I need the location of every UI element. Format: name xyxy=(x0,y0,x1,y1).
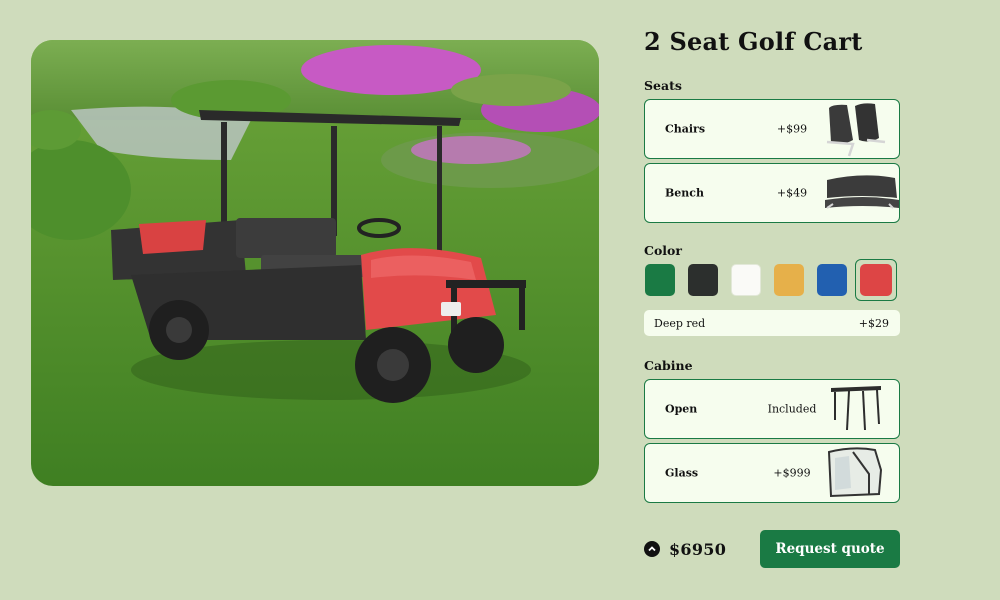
selected-color-info: Deep red +$29 xyxy=(644,310,900,336)
product-config-panel: 2 Seat Golf Cart Seats Chairs +$99 Bench… xyxy=(644,28,900,507)
seats-label: Seats xyxy=(644,78,682,93)
swatch-fill xyxy=(774,264,804,296)
glass-cabine-thumbnail xyxy=(823,444,899,502)
option-price: +$49 xyxy=(776,186,808,200)
option-name: Glass xyxy=(665,466,699,480)
selected-color-price: +$29 xyxy=(858,316,889,330)
swatch-fill xyxy=(688,264,718,296)
swatch-black[interactable] xyxy=(687,264,719,296)
total-price: $6950 xyxy=(669,539,727,559)
golf-cart-photo xyxy=(31,40,599,486)
swatch-fill xyxy=(860,264,892,296)
seat-option-chairs[interactable]: Chairs +$99 xyxy=(644,99,900,159)
swatch-fill xyxy=(817,264,847,296)
option-price: +$99 xyxy=(776,122,808,136)
swatch-deep-red[interactable] xyxy=(855,259,897,301)
product-image xyxy=(31,40,599,486)
cabine-option-glass[interactable]: Glass +$999 xyxy=(644,443,900,503)
swatch-fill xyxy=(645,264,675,296)
option-price: Included xyxy=(767,402,817,416)
bench-thumbnail xyxy=(823,164,899,222)
swatch-fill xyxy=(731,264,761,296)
swatch-yellow[interactable] xyxy=(773,264,805,296)
chairs-thumbnail xyxy=(823,100,899,158)
price-footer: $6950 Request quote xyxy=(644,530,900,568)
swatch-green[interactable] xyxy=(644,264,676,296)
cabine-option-open[interactable]: Open Included xyxy=(644,379,900,439)
option-name: Chairs xyxy=(665,122,706,136)
option-price: +$999 xyxy=(773,466,811,480)
request-quote-button[interactable]: Request quote xyxy=(760,530,900,568)
color-label: Color xyxy=(644,243,682,258)
option-name: Open xyxy=(665,402,698,416)
open-cabine-thumbnail xyxy=(823,380,899,438)
selected-color-name: Deep red xyxy=(654,316,706,330)
seat-option-bench[interactable]: Bench +$49 xyxy=(644,163,900,223)
cabine-label: Cabine xyxy=(644,358,693,373)
swatch-white[interactable] xyxy=(730,264,762,296)
product-title: 2 Seat Golf Cart xyxy=(644,27,863,56)
color-swatches xyxy=(644,259,900,301)
swatch-blue[interactable] xyxy=(816,264,848,296)
option-name: Bench xyxy=(665,186,704,200)
chevron-up-icon[interactable] xyxy=(644,541,660,557)
